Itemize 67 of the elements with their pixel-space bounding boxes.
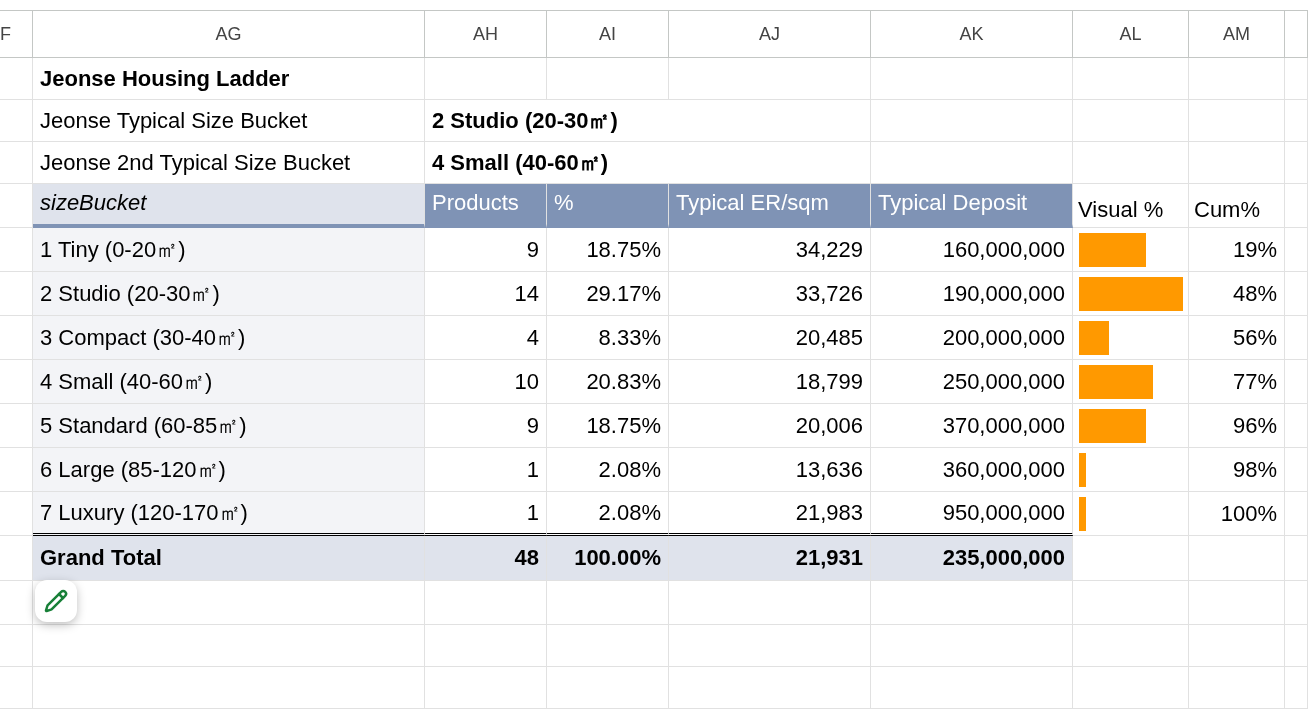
table-cell: 235,000,000	[871, 536, 1073, 581]
edit-button[interactable]	[35, 580, 77, 622]
table-cell: 370,000,000	[871, 404, 1073, 448]
table-cell: 9	[425, 404, 547, 448]
column-header[interactable]: AL	[1073, 11, 1189, 58]
table-cell: 950,000,000	[871, 492, 1073, 536]
table-cell: 21,983	[669, 492, 871, 536]
column-header[interactable]: AH	[425, 11, 547, 58]
column-header[interactable]: AK	[871, 11, 1073, 58]
column-header: Typical Deposit	[871, 184, 1073, 228]
table-cell: 250,000,000	[871, 360, 1073, 404]
column-header[interactable]: AM	[1189, 11, 1285, 58]
table-cell: 96%	[1189, 404, 1285, 448]
table-cell: 77%	[1189, 360, 1285, 404]
table-cell: 8.33%	[547, 316, 669, 360]
table-cell: 19%	[1189, 228, 1285, 272]
table-cell: 20,006	[669, 404, 871, 448]
table-cell: 6 Large (85-120㎡)	[33, 448, 425, 492]
table-cell: 2 Studio (20-30㎡)	[33, 272, 425, 316]
column-header[interactable]: F	[0, 11, 33, 58]
table-cell: 98%	[1189, 448, 1285, 492]
table-cell: 18,799	[669, 360, 871, 404]
table-cell: 21,931	[669, 536, 871, 581]
column-header: Typical ER/sqm	[669, 184, 871, 228]
table-cell: 2.08%	[547, 448, 669, 492]
table-cell: 4	[425, 316, 547, 360]
table-cell: 18.75%	[547, 404, 669, 448]
table-cell: 48%	[1189, 272, 1285, 316]
summary-label: Jeonse 2nd Typical Size Bucket	[33, 142, 425, 184]
table-cell: 9	[425, 228, 547, 272]
table-cell: 1 Tiny (0-20㎡)	[33, 228, 425, 272]
table-cell: 1	[425, 492, 547, 536]
table-cell: 48	[425, 536, 547, 581]
table-cell: 20,485	[669, 316, 871, 360]
table-cell: 10	[425, 360, 547, 404]
column-header: sizeBucket	[33, 184, 425, 228]
table-cell: 100%	[1189, 492, 1285, 536]
column-header: Visual %	[1073, 184, 1189, 228]
table-cell: 34,229	[669, 228, 871, 272]
table-cell: 14	[425, 272, 547, 316]
table-cell: 18.75%	[547, 228, 669, 272]
summary-label: Jeonse Typical Size Bucket	[33, 100, 425, 142]
column-header: %	[547, 184, 669, 228]
column-header[interactable]: AI	[547, 11, 669, 58]
table-cell: 1	[425, 448, 547, 492]
table-cell: 33,726	[669, 272, 871, 316]
table-cell: 190,000,000	[871, 272, 1073, 316]
table-cell: 360,000,000	[871, 448, 1073, 492]
table-cell: 56%	[1189, 316, 1285, 360]
table-cell: 20.83%	[547, 360, 669, 404]
table-cell: 2.08%	[547, 492, 669, 536]
table-cell: 200,000,000	[871, 316, 1073, 360]
column-header[interactable]: AJ	[669, 11, 871, 58]
column-header: Products	[425, 184, 547, 228]
table-cell: 29.17%	[547, 272, 669, 316]
table-cell: 7 Luxury (120-170㎡)	[33, 492, 425, 536]
table-cell: 3 Compact (30-40㎡)	[33, 316, 425, 360]
pencil-icon	[44, 589, 68, 613]
column-header: Cum%	[1189, 184, 1285, 228]
table-cell: 5 Standard (60-85㎡)	[33, 404, 425, 448]
table-cell: 13,636	[669, 448, 871, 492]
column-header[interactable]: AG	[33, 11, 425, 58]
table-cell: 160,000,000	[871, 228, 1073, 272]
table-cell: 100.00%	[547, 536, 669, 581]
table-cell: Grand Total	[33, 536, 425, 581]
sheet-title: Jeonse Housing Ladder	[33, 58, 425, 100]
table-cell: 4 Small (40-60㎡)	[33, 360, 425, 404]
